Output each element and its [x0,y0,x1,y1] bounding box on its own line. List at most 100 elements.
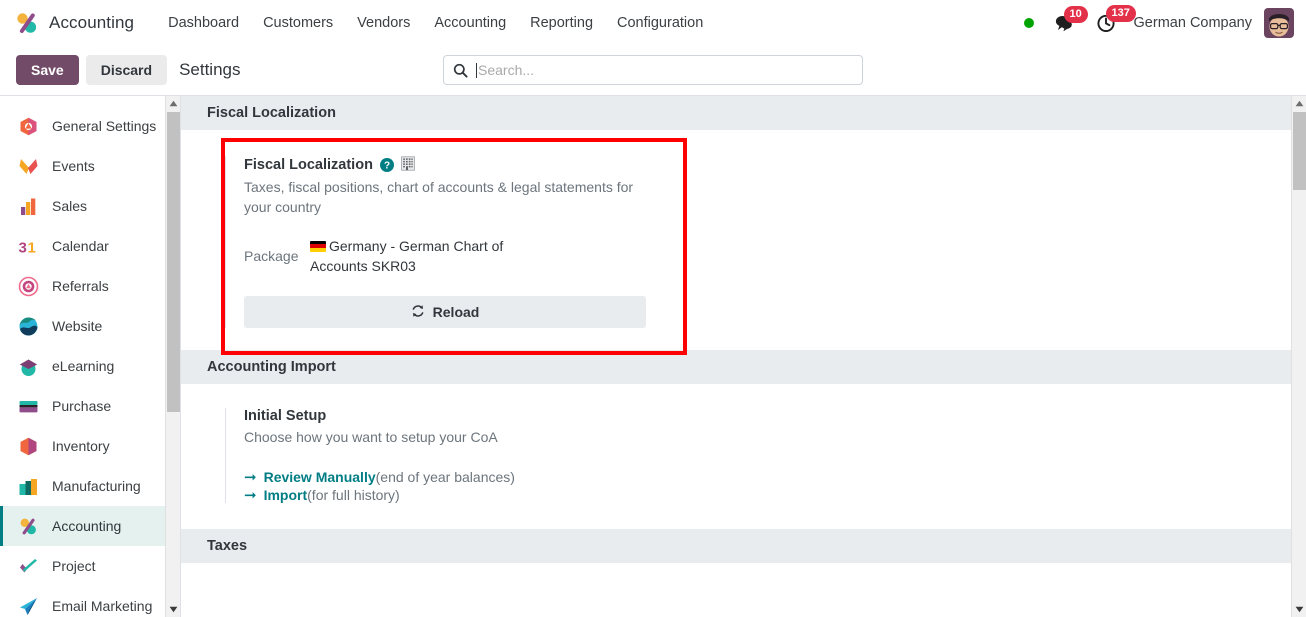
sales-app-icon [17,195,39,217]
link-row-import: ➞ Import (for full history) [244,487,645,503]
svg-text:3: 3 [18,239,26,256]
purchase-app-icon [17,395,39,417]
navbar-systray: 10 137 German Company [1023,4,1294,38]
review-manually-link[interactable]: Review Manually [264,469,376,485]
link-row-review-manually: ➞ Review Manually (end of year balances) [244,469,645,485]
sidebar-item-referrals[interactable]: Referrals [0,266,180,306]
referrals-app-icon [17,275,39,297]
sidebar-item-label: Manufacturing [52,478,141,494]
import-link[interactable]: Import [264,487,308,503]
elearning-app-icon [17,355,39,377]
events-app-icon [17,155,39,177]
company-switcher[interactable]: German Company [1134,15,1252,31]
settings-content: Fiscal Localization Fiscal Localization … [181,96,1306,617]
settings-sections: Fiscal Localization Fiscal Localization … [181,96,1306,612]
sidebar-item-project[interactable]: Project [0,546,180,586]
sidebar-item-elearning[interactable]: eLearning [0,346,180,386]
reload-button[interactable]: Reload [244,296,646,329]
setting-label: Fiscal Localization [244,156,373,173]
sidebar-item-general-settings[interactable]: General Settings [0,106,180,146]
activities-button[interactable]: 137 [1092,4,1136,33]
menu-item-reporting[interactable]: Reporting [518,9,605,37]
main-scroll-down-arrow[interactable] [1292,602,1306,617]
main-scrollbar[interactable] [1291,96,1306,617]
search-box[interactable]: Search... [443,55,863,85]
setting-description: Taxes, fiscal positions, chart of accoun… [244,179,634,216]
search-text-caret [476,62,477,78]
sidebar-scrollbar[interactable] [165,96,180,617]
sidebar-scroll-thumb[interactable] [167,112,180,412]
calendar-app-icon: 3 1 [17,235,39,257]
section-title: Taxes [207,538,248,555]
sidebar-scroll-down-arrow[interactable] [166,602,180,617]
page-title: Settings [179,60,241,79]
section-body-accounting-import: Initial Setup Choose how you want to set… [181,384,1306,530]
fiscal-localization-setting: Fiscal Localization ? Taxes, fiscal posi… [225,156,646,329]
app-brand-label: Accounting [49,12,135,32]
sidebar-item-inventory[interactable]: Inventory [0,426,180,466]
menu-item-accounting[interactable]: Accounting [422,9,518,37]
sidebar-item-label: Purchase [52,398,112,414]
save-button[interactable]: Save [16,55,79,85]
sidebar-item-sales[interactable]: Sales [0,186,180,226]
sidebar-list: General Settings Events Sales 3 1 Calend… [0,96,180,617]
refresh-icon [411,304,425,321]
inventory-app-icon [17,435,39,457]
sidebar-item-manufacturing[interactable]: Manufacturing [0,466,180,506]
settings-app-icon [17,115,39,137]
messages-button[interactable]: 10 [1050,5,1088,32]
sidebar-item-label: Project [52,558,96,574]
menu-item-dashboard[interactable]: Dashboard [156,9,251,37]
email-marketing-app-icon [17,595,39,617]
online-status-dot [1023,17,1034,28]
section-header-fiscal-localization: Fiscal Localization [181,96,1306,130]
package-field-value[interactable]: Germany - German Chart of Accounts SKR03 [310,236,510,277]
messages-badge: 10 [1063,5,1088,23]
sidebar-item-calendar[interactable]: 3 1 Calendar [0,226,180,266]
section-title: Accounting Import [207,359,336,376]
sidebar-item-website[interactable]: Website [0,306,180,346]
initial-setup-label: Initial Setup [244,408,327,425]
sidebar-item-label: Sales [52,198,88,214]
main-menu: Dashboard Customers Vendors Accounting R… [156,9,715,37]
top-navbar: Accounting Dashboard Customers Vendors A… [0,0,1306,45]
arrow-right-icon: ➞ [244,468,257,486]
app-brand[interactable]: Accounting [14,10,134,36]
project-app-icon [17,555,39,577]
building-icon [401,156,415,173]
section-header-taxes: Taxes [181,529,1306,564]
sidebar-item-label: Email Marketing [52,598,153,614]
initial-setup-setting: Initial Setup Choose how you want to set… [225,408,645,504]
avatar[interactable] [1264,7,1294,38]
sidebar-item-purchase[interactable]: Purchase [0,386,180,426]
section-body-taxes [181,563,1306,612]
setup-links: ➞ Review Manually (end of year balances)… [244,469,645,503]
search-input[interactable]: Search... [478,62,534,78]
package-field-row: Package Germany - German Chart of Accoun… [244,236,645,277]
sidebar-item-accounting[interactable]: Accounting [0,506,180,546]
menu-item-customers[interactable]: Customers [251,9,345,37]
menu-item-vendors[interactable]: Vendors [345,9,422,37]
section-title: Fiscal Localization [207,105,336,121]
initial-setup-description: Choose how you want to setup your CoA [244,429,498,446]
reload-button-label: Reload [432,304,480,321]
control-panel: Save Discard Settings Search... [0,45,1306,96]
activities-badge: 137 [1105,4,1136,22]
sidebar-scroll-up-arrow[interactable] [166,96,180,111]
website-app-icon [17,315,39,337]
question-mark-icon[interactable]: ? [379,157,394,172]
main-scroll-thumb[interactable] [1293,112,1306,190]
search-icon [453,63,468,78]
menu-item-configuration[interactable]: Configuration [605,9,715,37]
sidebar-item-email-marketing[interactable]: Email Marketing [0,586,180,617]
discard-button[interactable]: Discard [85,55,168,85]
svg-text:?: ? [384,160,390,171]
sidebar-item-label: Calendar [52,238,109,254]
flag-germany-icon [310,240,326,252]
sidebar-item-label: Referrals [52,278,109,294]
section-body-fiscal-localization: Fiscal Localization ? Taxes, fiscal posi… [181,130,1306,351]
sidebar-item-label: Accounting [52,518,122,534]
section-header-accounting-import: Accounting Import [181,350,1306,385]
main-scroll-up-arrow[interactable] [1292,96,1306,111]
sidebar-item-events[interactable]: Events [0,146,180,186]
